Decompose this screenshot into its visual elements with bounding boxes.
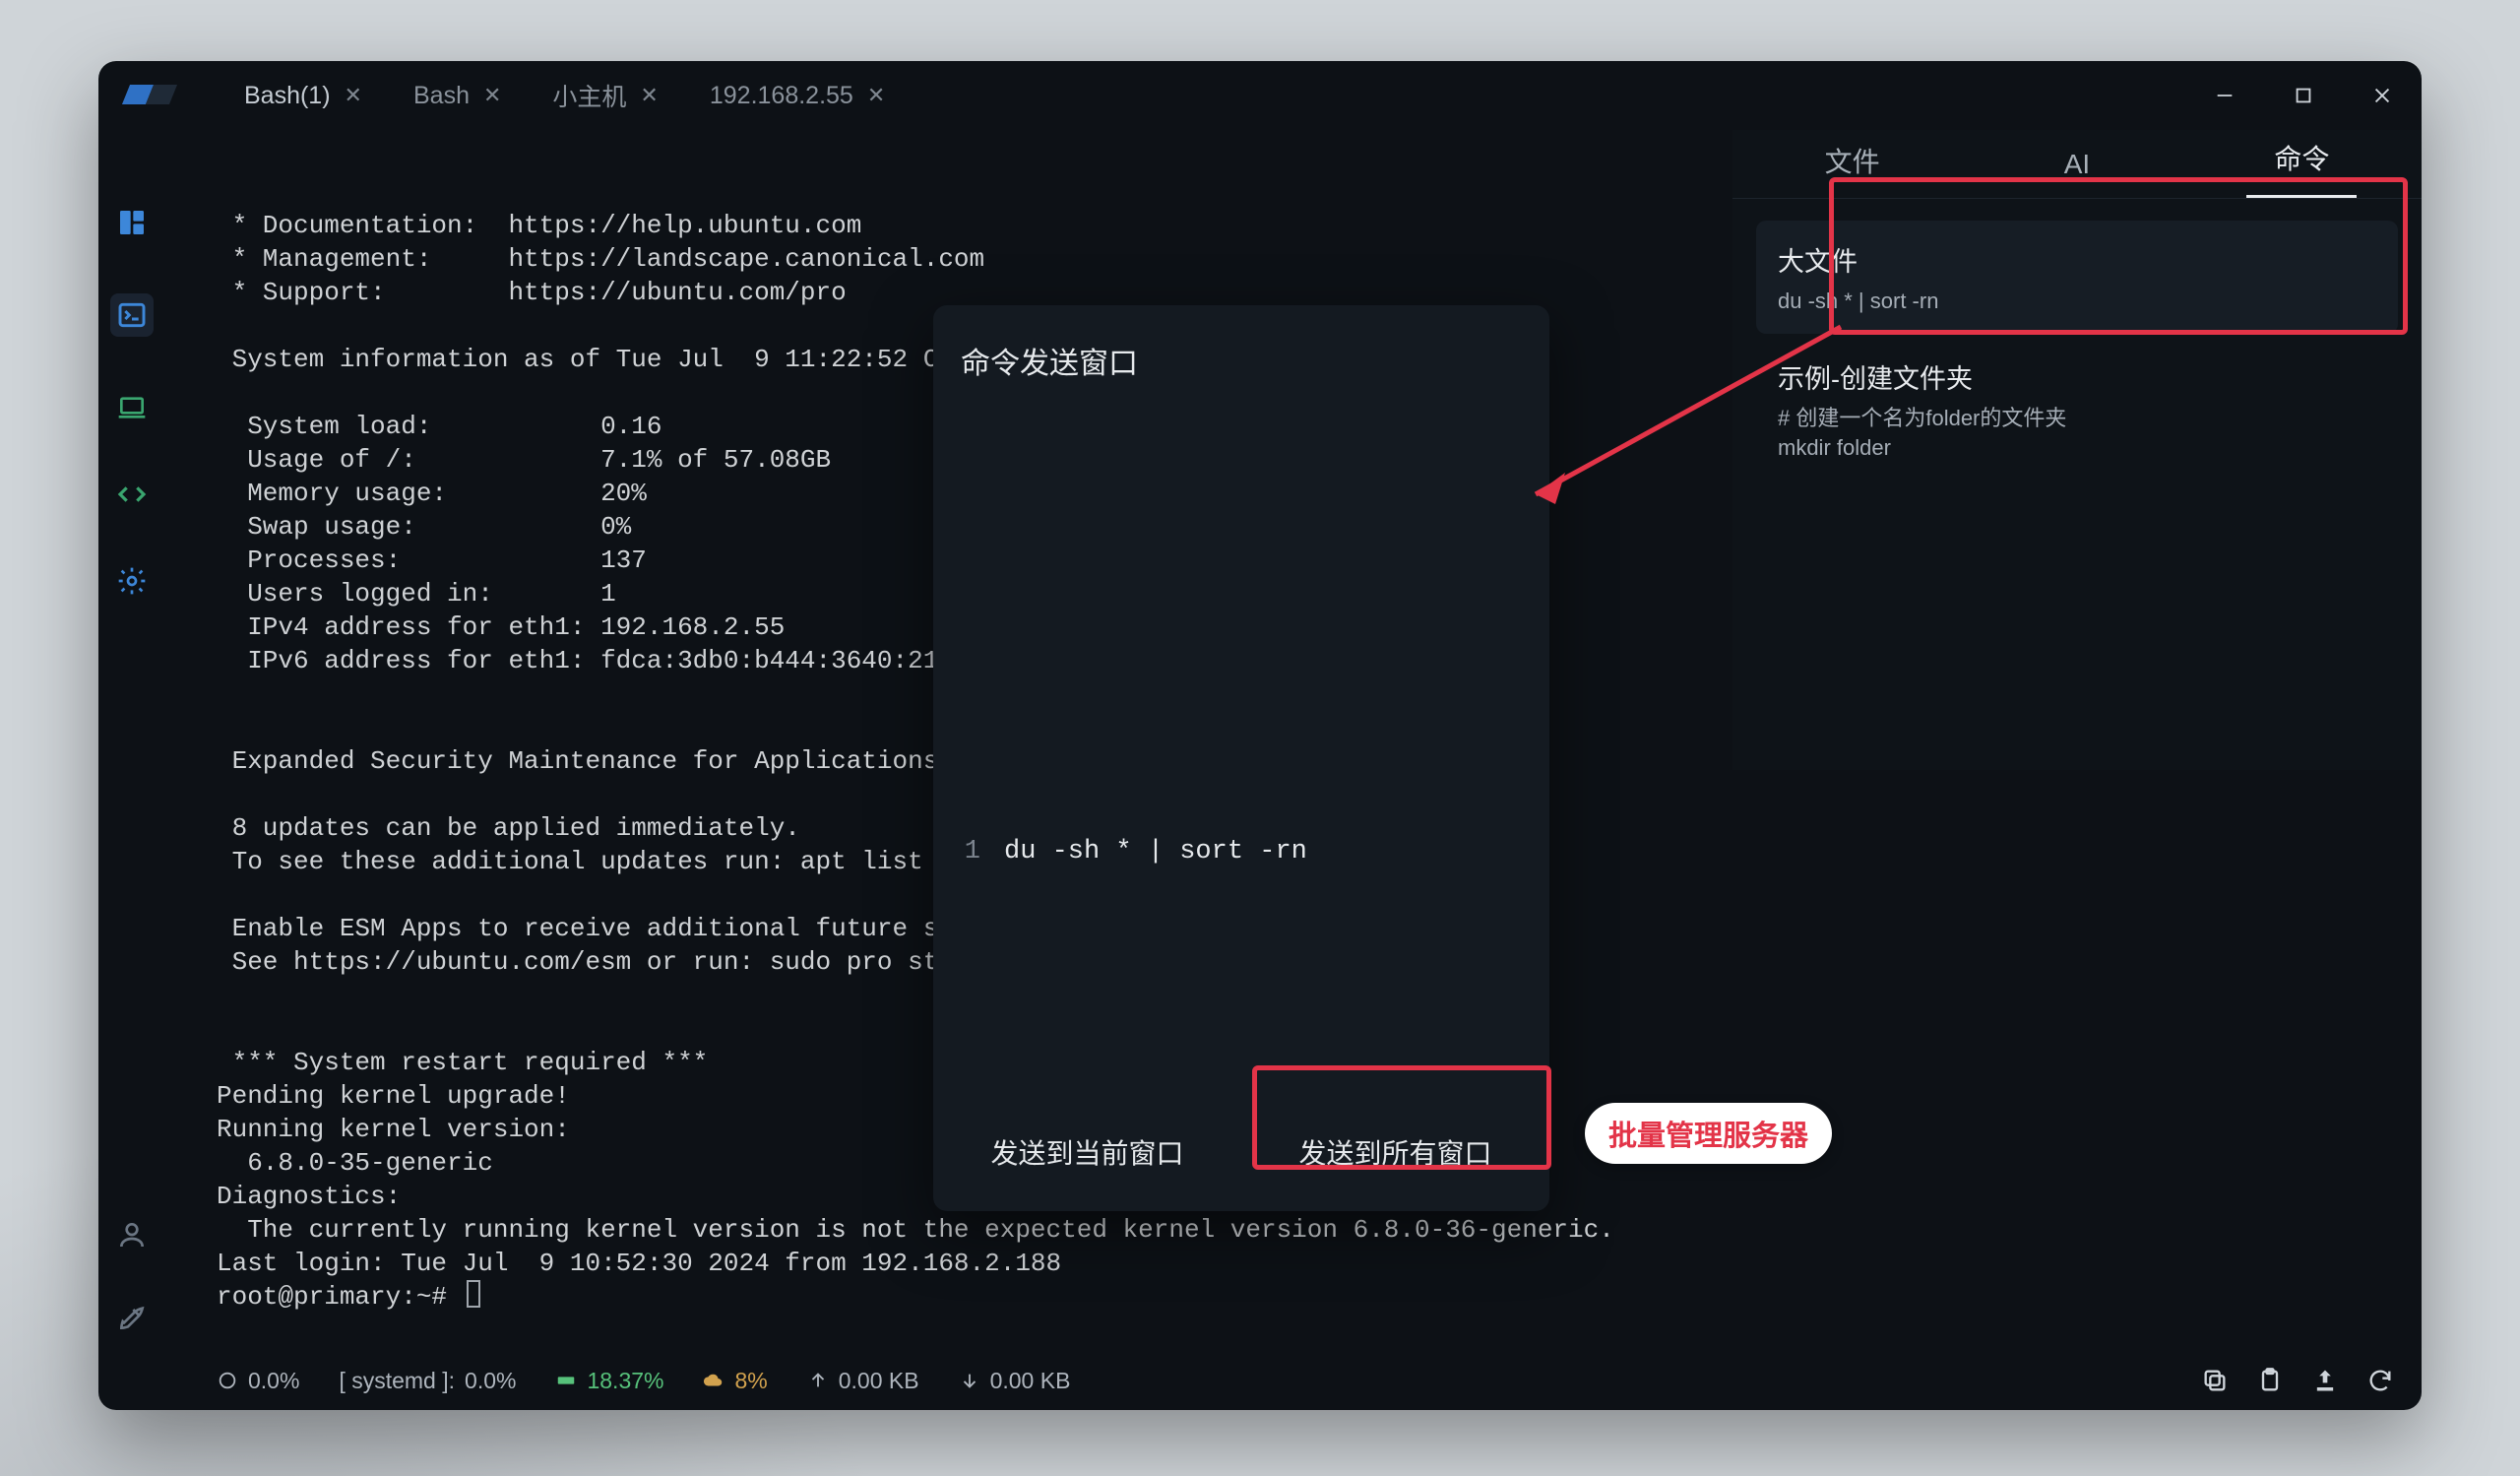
right-panel: 文件 AI 命令 大文件 du -sh * | sort -rn 示例-创建文件… — [1732, 130, 2422, 770]
arrow-down-icon — [959, 1370, 980, 1391]
close-icon[interactable]: ✕ — [867, 83, 885, 108]
send-current-button[interactable]: 发送到当前窗口 — [933, 1093, 1241, 1211]
upload-icon[interactable] — [2311, 1367, 2339, 1394]
line-number: 1 — [961, 837, 980, 866]
status-disk: 8% — [703, 1368, 767, 1394]
tab-xiaozhuji[interactable]: 小主机 ✕ — [527, 64, 683, 127]
status-mem-value: 18.37% — [587, 1368, 663, 1394]
close-icon[interactable]: ✕ — [483, 83, 501, 108]
status-mem: 18.37% — [555, 1368, 663, 1394]
close-icon[interactable]: ✕ — [345, 83, 362, 108]
command-send-dialog: 命令发送窗口 1 du -sh * | sort -rn 发送到当前窗口 发送到… — [933, 305, 1549, 1211]
terminal-icon[interactable] — [110, 293, 154, 337]
refresh-icon[interactable] — [2366, 1367, 2394, 1394]
status-download: 0.00 KB — [959, 1368, 1071, 1394]
circle-icon — [217, 1370, 238, 1391]
app-window: Bash(1) ✕ Bash ✕ 小主机 ✕ 192.168.2.55 ✕ — [98, 61, 2422, 1410]
status-right-icons — [2201, 1367, 2394, 1394]
dialog-editor[interactable]: 1 du -sh * | sort -rn — [933, 837, 1549, 866]
tab-file[interactable]: 文件 — [1797, 123, 1908, 198]
tab-bash1[interactable]: Bash(1) ✕ — [219, 68, 388, 124]
tab-label: Bash(1) — [244, 82, 331, 110]
snippet-card-bigfile[interactable]: 大文件 du -sh * | sort -rn — [1756, 221, 2398, 334]
titlebar: Bash(1) ✕ Bash ✕ 小主机 ✕ 192.168.2.55 ✕ — [98, 61, 2422, 130]
left-rail-bottom — [98, 1219, 165, 1333]
right-panel-tabs: 文件 AI 命令 — [1732, 130, 2422, 199]
tab-bash[interactable]: Bash ✕ — [388, 68, 527, 124]
tab-ip[interactable]: 192.168.2.55 ✕ — [684, 68, 911, 124]
status-disk-value: 8% — [734, 1368, 767, 1394]
tab-strip: Bash(1) ✕ Bash ✕ 小主机 ✕ 192.168.2.55 ✕ — [219, 64, 911, 127]
send-all-button[interactable]: 发送到所有窗口 — [1241, 1093, 1549, 1211]
status-bar: 0.0% [ systemd ]: 0.0% 18.37% 8% 0.00 KB… — [98, 1351, 2422, 1410]
dialog-title: 命令发送窗口 — [933, 305, 1549, 392]
status-download-value: 0.00 KB — [990, 1368, 1071, 1394]
left-rail — [98, 130, 165, 1351]
copy-icon[interactable] — [2201, 1367, 2229, 1394]
snippet-title: 大文件 — [1778, 240, 2376, 279]
tab-label: Bash — [413, 82, 470, 110]
status-systemd: [ systemd ]: 0.0% — [339, 1368, 516, 1394]
status-upload-value: 0.00 KB — [839, 1368, 919, 1394]
tab-label: 小主机 — [552, 78, 626, 113]
tab-cmd[interactable]: 命令 — [2246, 120, 2357, 198]
dashboard-icon[interactable] — [116, 207, 148, 238]
tab-ai[interactable]: AI — [2037, 131, 2117, 198]
rocket-icon[interactable] — [116, 1302, 148, 1333]
close-icon[interactable]: ✕ — [640, 83, 658, 108]
dialog-command-text: du -sh * | sort -rn — [1004, 837, 1307, 866]
status-cpu-value: 0.0% — [248, 1368, 299, 1394]
cursor-icon — [467, 1280, 480, 1308]
snippet-title: 示例-创建文件夹 — [1778, 357, 2376, 396]
cloud-icon — [703, 1370, 724, 1391]
status-upload: 0.00 KB — [807, 1368, 919, 1394]
status-cpu: 0.0% — [217, 1368, 299, 1394]
memory-icon — [555, 1370, 577, 1391]
paste-icon[interactable] — [2256, 1367, 2284, 1394]
arrow-up-icon — [807, 1370, 829, 1391]
snippet-body: du -sh * | sort -rn — [1778, 287, 2376, 316]
tab-label: 192.168.2.55 — [710, 82, 853, 110]
status-systemd-label: [ systemd ]: — [339, 1368, 455, 1394]
command-snippet-list: 大文件 du -sh * | sort -rn 示例-创建文件夹 # 创建一个名… — [1732, 199, 2422, 502]
user-icon[interactable] — [116, 1219, 148, 1251]
status-systemd-value: 0.0% — [465, 1368, 516, 1394]
gear-icon[interactable] — [116, 565, 148, 597]
code-icon[interactable] — [116, 479, 148, 510]
snippet-body: # 创建一个名为folder的文件夹 mkdir folder — [1778, 404, 2376, 463]
snippet-card-mkdir[interactable]: 示例-创建文件夹 # 创建一个名为folder的文件夹 mkdir folder — [1756, 352, 2398, 481]
app-logo-icon — [120, 77, 179, 114]
laptop-icon[interactable] — [116, 392, 148, 423]
dialog-buttons: 发送到当前窗口 发送到所有窗口 — [933, 1093, 1549, 1211]
